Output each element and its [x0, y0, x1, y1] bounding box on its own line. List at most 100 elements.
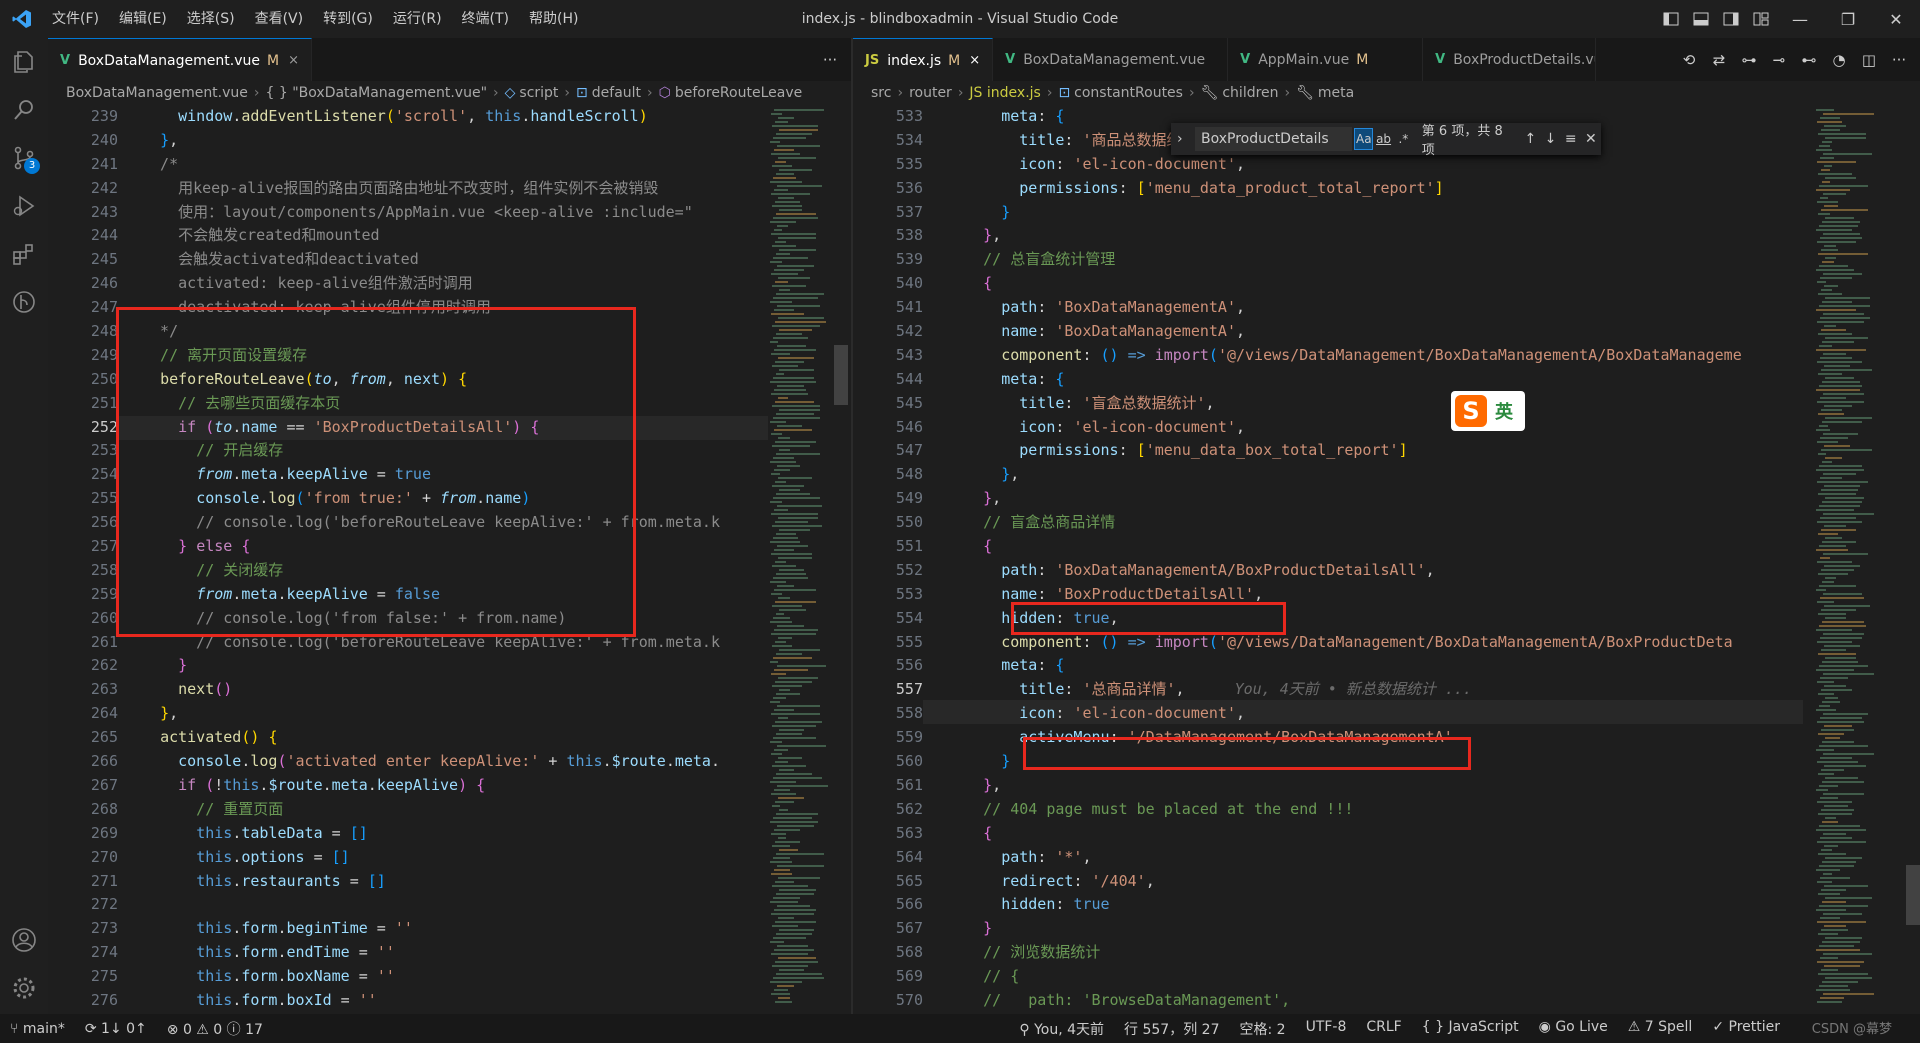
breadcrumb-file[interactable]: JS index.js	[969, 85, 1040, 101]
more-actions-icon[interactable]: ···	[1884, 51, 1914, 69]
code-line[interactable]: 271 this.restaurants = []	[48, 870, 720, 894]
breadcrumb-script[interactable]: script	[519, 85, 558, 101]
code-line[interactable]: 267 if (!this.$route.meta.keepAlive) {	[48, 774, 720, 798]
code-line[interactable]: 240 },	[48, 129, 720, 153]
indentation[interactable]: 空格: 2	[1229, 1019, 1295, 1039]
encoding[interactable]: UTF-8	[1296, 1019, 1357, 1039]
code-line[interactable]: 273 this.form.beginTime = ''	[48, 917, 720, 941]
code-line[interactable]: 563 {	[853, 822, 1742, 846]
code-line[interactable]: 272	[48, 893, 720, 917]
code-line[interactable]: 564 path: '*',	[853, 846, 1742, 870]
source-control-icon[interactable]: 3	[0, 134, 48, 182]
code-line[interactable]: 561 },	[853, 774, 1742, 798]
code-line[interactable]: 241 /*	[48, 153, 720, 177]
minimize-icon[interactable]: —	[1776, 0, 1824, 38]
code-line[interactable]: 252 if (to.name == 'BoxProductDetailsAll…	[48, 416, 720, 440]
toggle-secondary-sidebar-icon[interactable]	[1719, 7, 1743, 31]
code-line[interactable]: 538 },	[853, 224, 1742, 248]
code-line[interactable]: 262 }	[48, 654, 720, 678]
code-line[interactable]: 546 icon: 'el-icon-document',	[853, 416, 1742, 440]
right-code-editor[interactable]: 533 meta: {534 title: '商品总数据统计',535 icon…	[853, 105, 1920, 1014]
code-line[interactable]: 266 console.log('activated enter keepAli…	[48, 750, 720, 774]
code-line[interactable]: 264 },	[48, 702, 720, 726]
code-line[interactable]: 556 meta: {	[853, 654, 1742, 678]
next-change-icon[interactable]: ⊷	[1794, 51, 1824, 69]
customize-layout-icon[interactable]	[1749, 7, 1773, 31]
code-line[interactable]: 562 // 404 page must be placed at the en…	[853, 798, 1742, 822]
timeline-history-icon[interactable]: ⟲	[1674, 51, 1704, 69]
run-debug-icon[interactable]	[0, 182, 48, 230]
code-line[interactable]: 545 title: '盲盒总数据统计',	[853, 392, 1742, 416]
code-line[interactable]: 543 component: () => import('@/views/Dat…	[853, 344, 1742, 368]
code-line[interactable]: 248 */	[48, 320, 720, 344]
more-actions-icon[interactable]: ···	[815, 51, 845, 69]
code-line[interactable]: 269 this.tableData = []	[48, 822, 720, 846]
code-line[interactable]: 260 // console.log('from false:' + from.…	[48, 607, 720, 631]
code-line[interactable]: 544 meta: {	[853, 368, 1742, 392]
restore-icon[interactable]: ❐	[1824, 0, 1872, 38]
code-line[interactable]: 254 from.meta.keepAlive = true	[48, 463, 720, 487]
code-line[interactable]: 263 next()	[48, 678, 720, 702]
breadcrumb-file[interactable]: BoxDataManagement.vue	[66, 85, 248, 101]
code-line[interactable]: 559 activeMenu: '/DataManagement/BoxData…	[853, 726, 1742, 750]
code-line[interactable]: 549 },	[853, 487, 1742, 511]
code-line[interactable]: 257 } else {	[48, 535, 720, 559]
code-line[interactable]: 276 this.form.boxId = ''	[48, 989, 720, 1013]
code-line[interactable]: 268 // 重置页面	[48, 798, 720, 822]
close-window-icon[interactable]: ✕	[1872, 0, 1920, 38]
right-minimap[interactable]	[1814, 105, 1874, 1014]
problems-status[interactable]: ⊗ 0 ⚠ 0 ⓘ 17	[157, 1019, 273, 1039]
close-tab-icon[interactable]: ×	[969, 53, 980, 68]
left-minimap[interactable]	[768, 105, 828, 1014]
code-line[interactable]: 542 name: 'BoxDataManagementA',	[853, 320, 1742, 344]
match-case-toggle[interactable]: Aa	[1354, 128, 1374, 150]
code-line[interactable]: 274 this.form.endTime = ''	[48, 941, 720, 965]
tab-boxproductdetails-vue[interactable]: V BoxProductDetails.vu	[1423, 38, 1597, 81]
split-editor-icon[interactable]: ◫	[1854, 51, 1884, 69]
extensions-icon[interactable]	[0, 230, 48, 278]
code-line[interactable]: 250 beforeRouteLeave(to, from, next) {	[48, 368, 720, 392]
code-line[interactable]: 245 会触发activated和deactivated	[48, 248, 720, 272]
code-line[interactable]: 539 // 总盲盒统计管理	[853, 248, 1742, 272]
close-find-icon[interactable]: ✕	[1581, 131, 1601, 147]
code-line[interactable]: 540 {	[853, 272, 1742, 296]
code-line[interactable]: 548 },	[853, 463, 1742, 487]
commit-icon[interactable]: ⊸	[1764, 51, 1794, 69]
code-line[interactable]: 247 deactivated: keep-alive组件停用时调用	[48, 296, 720, 320]
code-line[interactable]: 560 }	[853, 750, 1742, 774]
menu-item-5[interactable]: 运行(R)	[383, 0, 452, 38]
code-line[interactable]: 253 // 开启缓存	[48, 439, 720, 463]
code-line[interactable]: 558 icon: 'el-icon-document',	[853, 702, 1742, 726]
find-input[interactable]: BoxProductDetails	[1195, 127, 1353, 151]
git-graph-icon[interactable]	[0, 278, 48, 326]
tab-index-js[interactable]: JS index.js M ×	[853, 38, 994, 82]
code-line[interactable]: 550 // 盲盒总商品详情	[853, 511, 1742, 535]
next-match-arrow-down-icon[interactable]: ↓	[1540, 131, 1560, 147]
code-line[interactable]: 568 // 浏览数据统计	[853, 941, 1742, 965]
manage-gear-icon[interactable]	[0, 964, 48, 1012]
git-blame-status[interactable]: ⚲ You, 4天前	[1009, 1019, 1114, 1039]
blame-icon[interactable]: ◔	[1824, 51, 1854, 69]
code-line[interactable]: 555 component: () => import('@/views/Dat…	[853, 631, 1742, 655]
match-whole-word-toggle[interactable]: ab	[1375, 129, 1392, 149]
code-line[interactable]: 258 // 关闭缓存	[48, 559, 720, 583]
menu-item-4[interactable]: 转到(G)	[313, 0, 383, 38]
menu-item-7[interactable]: 帮助(H)	[519, 0, 588, 38]
menu-item-3[interactable]: 查看(V)	[245, 0, 314, 38]
code-line[interactable]: 552 path: 'BoxDataManagementA/BoxProduct…	[853, 559, 1742, 583]
code-line[interactable]: 557 title: '总商品详情', You, 4天前 • 新总数据统计 ...	[853, 678, 1742, 702]
code-line[interactable]: 244 不会触发created和mounted	[48, 224, 720, 248]
menu-item-0[interactable]: 文件(F)	[42, 0, 109, 38]
code-line[interactable]: 569 // {	[853, 965, 1742, 989]
close-tab-icon[interactable]: ×	[288, 53, 299, 68]
breadcrumb-module[interactable]: { } "BoxDataManagement.vue"	[266, 85, 488, 101]
code-line[interactable]: 251 // 去哪些页面缓存本页	[48, 392, 720, 416]
toggle-primary-sidebar-icon[interactable]	[1659, 7, 1683, 31]
accounts-icon[interactable]	[0, 916, 48, 964]
code-line[interactable]: 541 path: 'BoxDataManagementA',	[853, 296, 1742, 320]
go-live[interactable]: ◉ Go Live	[1529, 1019, 1618, 1039]
cursor-position[interactable]: 行 557，列 27	[1114, 1019, 1229, 1039]
prettier-status[interactable]: ✓ Prettier	[1702, 1019, 1790, 1039]
menu-item-6[interactable]: 终端(T)	[452, 0, 519, 38]
branch-status[interactable]: ⑂ main*	[0, 1021, 75, 1037]
